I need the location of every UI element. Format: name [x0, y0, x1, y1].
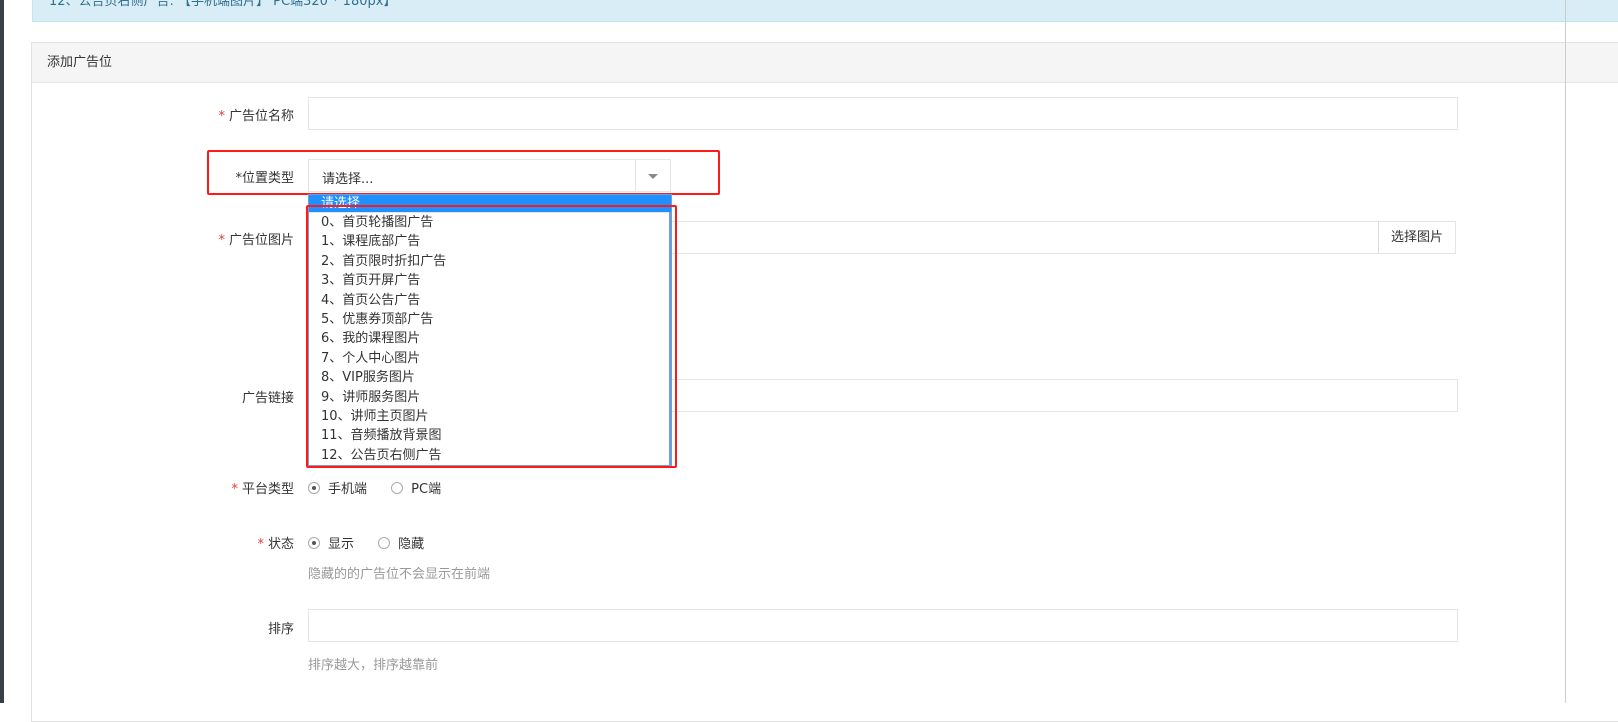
dropdown-option[interactable]: 3、首页开屏广告 [309, 271, 671, 290]
image-label: * 广告位图片 [218, 233, 294, 248]
dropdown-option[interactable]: 5、优惠券顶部广告 [309, 310, 671, 329]
dropdown-option[interactable]: 11、音频播放背景图 [309, 426, 671, 445]
platform-label: * 平台类型 [231, 482, 294, 497]
dropdown-option[interactable]: 1、课程底部广告 [309, 232, 671, 251]
dropdown-option[interactable]: 9、讲师服务图片 [309, 388, 671, 407]
link-label: 广告链接 [241, 391, 294, 406]
dropdown-option[interactable]: 2、首页限时折扣广告 [309, 252, 671, 271]
position-type-selected: 请选择... [322, 172, 374, 187]
dropdown-option[interactable]: 0、首页轮播图广告 [309, 213, 671, 232]
select-toggle[interactable] [635, 160, 670, 191]
status-label: * 状态 [257, 537, 294, 552]
name-input[interactable] [308, 97, 1458, 130]
dropdown-option[interactable]: 4、首页公告广告 [309, 291, 671, 310]
dropdown-option[interactable]: 12、公告页右侧广告 [309, 446, 671, 465]
name-label: * 广告位名称 [218, 109, 294, 124]
radio-unchecked-icon[interactable] [391, 482, 404, 494]
dropdown-scrollbar[interactable] [669, 212, 671, 465]
status-help: 隐藏的的广告位不会显示在前端 [308, 567, 491, 582]
sort-label: 排序 [267, 622, 294, 637]
panel-title: 添加广告位 [32, 43, 1618, 83]
position-type-select[interactable]: 请选择... [308, 159, 671, 192]
notice-text: 12、公告页右侧广告: 【手机端图片】 PC端320 * 180px】 [49, 0, 397, 9]
status-option-show[interactable]: 显示 [308, 537, 354, 552]
status-option-hide[interactable]: 隐藏 [378, 537, 424, 552]
position-type-dropdown: 请选择 0、首页轮播图广告 1、课程底部广告 2、首页限时折扣广告 3、首页开屏… [308, 194, 672, 466]
status-radio-group: 显示 隐藏 [308, 533, 444, 552]
radio-checked-icon[interactable] [308, 537, 320, 549]
page-right-divider [1565, 0, 1566, 703]
required-mark: * [218, 109, 225, 124]
sort-help: 排序越大，排序越靠前 [308, 658, 439, 673]
chevron-down-icon [648, 174, 658, 179]
radio-unchecked-icon[interactable] [378, 537, 391, 549]
dropdown-option[interactable]: 8、VIP服务图片 [309, 368, 671, 387]
platform-option-pc[interactable]: PC端 [391, 482, 441, 497]
platform-radio-group: 手机端 PC端 [308, 478, 461, 497]
notice-banner: 12、公告页右侧广告: 【手机端图片】 PC端320 * 180px】 [32, 0, 1618, 22]
dropdown-option-placeholder[interactable]: 请选择 [309, 195, 671, 213]
dropdown-option[interactable]: 10、讲师主页图片 [309, 407, 671, 426]
radio-checked-icon[interactable] [308, 482, 320, 494]
window-left-edge [0, 0, 4, 703]
sort-input[interactable] [308, 609, 1458, 642]
dropdown-option[interactable]: 7、个人中心图片 [309, 349, 671, 368]
choose-image-button[interactable]: 选择图片 [1378, 221, 1456, 254]
position-type-label: *位置类型 [235, 171, 294, 186]
dropdown-option[interactable]: 6、我的课程图片 [309, 329, 671, 348]
platform-option-mobile[interactable]: 手机端 [308, 482, 367, 497]
